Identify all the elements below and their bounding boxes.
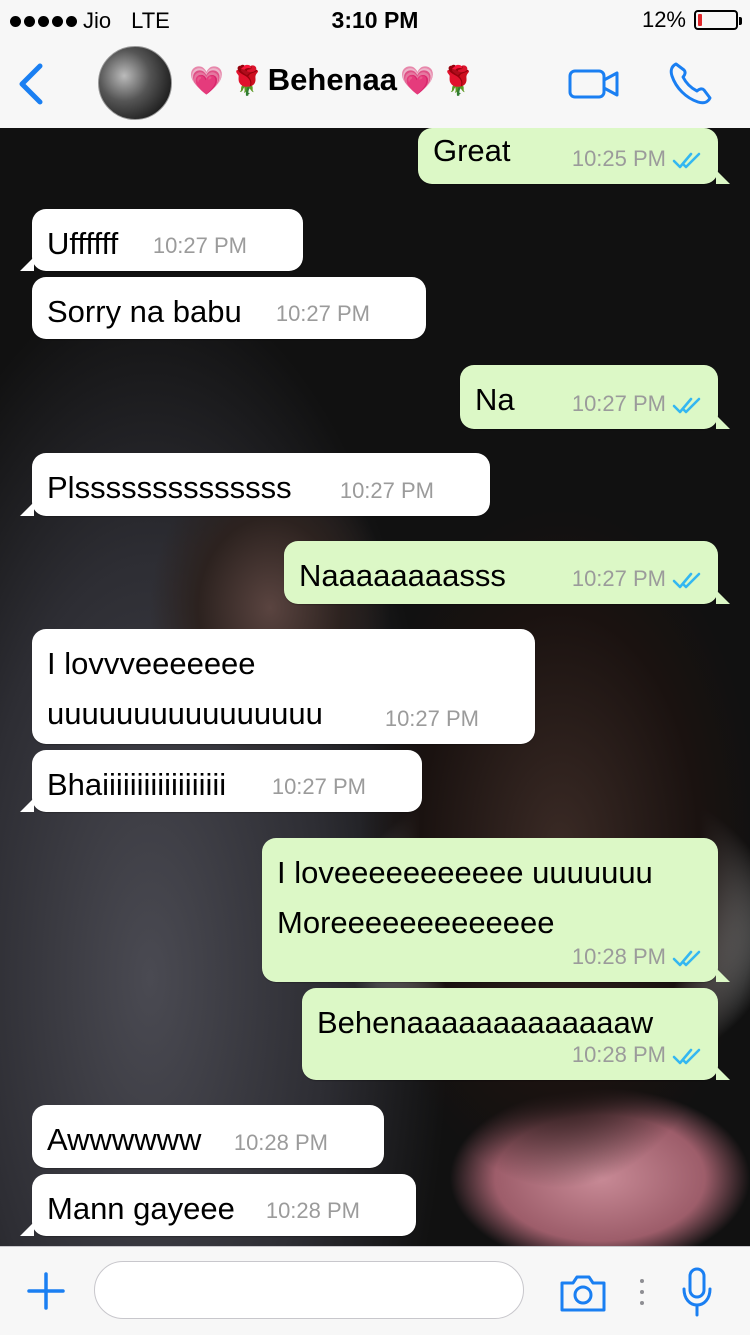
message-text: Behenaaaaaaaaaaaaaw bbox=[317, 1005, 654, 1040]
incoming-message[interactable]: Uffffff 10:27 PM bbox=[20, 209, 303, 271]
read-receipt-icon bbox=[672, 395, 702, 415]
message-time: 10:28 PM bbox=[233, 1130, 328, 1155]
heart-emoji: 💗 bbox=[189, 64, 224, 96]
input-bar bbox=[0, 1246, 750, 1335]
message-text: Bhaiiiiiiiiiiiiiiiiii bbox=[47, 767, 227, 802]
contact-name: Behenaa bbox=[267, 62, 397, 97]
message-time: 10:28 PM bbox=[571, 1042, 666, 1067]
message-text: Plssssssssssssss bbox=[47, 470, 292, 505]
message-text: I loveeeeeeeeeee uuuuuuu Moreeeeeeeeeeee… bbox=[277, 855, 653, 940]
message-text: Awwwwww bbox=[47, 1122, 202, 1157]
heart-emoji: 💗 bbox=[399, 64, 435, 96]
message-time: 10:27 PM bbox=[384, 706, 479, 731]
incoming-message[interactable]: Sorry na babu 10:27 PM bbox=[32, 277, 426, 339]
rose-emoji: 🌹 bbox=[440, 64, 476, 96]
message-time: 10:27 PM bbox=[152, 233, 247, 258]
message-text: Mann gayeee bbox=[47, 1191, 235, 1226]
message-time: 10:25 PM bbox=[571, 146, 666, 171]
incoming-message[interactable]: I lovvveeeeeee uuuuuuuuuuuuuuuu 10:27 PM bbox=[32, 629, 535, 744]
status-bar: Jio LTE 3:10 PM 12% bbox=[0, 0, 750, 40]
message-text: Na bbox=[475, 382, 515, 417]
message-time: 10:27 PM bbox=[339, 478, 434, 503]
incoming-message[interactable]: Plssssssssssssss 10:27 PM bbox=[20, 453, 490, 516]
outgoing-message[interactable]: Naaaaaaaasss 10:27 PM bbox=[284, 541, 730, 604]
battery-icon bbox=[694, 10, 742, 30]
message-time: 10:28 PM bbox=[571, 944, 666, 969]
incoming-message[interactable]: Mann gayeee 10:28 PM bbox=[20, 1174, 416, 1236]
read-receipt-icon bbox=[672, 948, 702, 968]
outgoing-message[interactable]: Behenaaaaaaaaaaaaaw 10:28 PM bbox=[302, 988, 730, 1080]
message-time: 10:27 PM bbox=[275, 301, 370, 326]
battery-percent: 12% bbox=[641, 7, 686, 32]
message-input[interactable] bbox=[94, 1261, 524, 1319]
message-text: Naaaaaaaasss bbox=[299, 558, 506, 593]
message-time: 10:27 PM bbox=[571, 391, 666, 416]
read-receipt-icon bbox=[672, 150, 702, 170]
message-text: Great bbox=[433, 133, 511, 168]
contact-title[interactable]: 💗 🌹 Behenaa 💗 🌹 bbox=[186, 62, 479, 98]
read-receipt-icon bbox=[672, 570, 702, 590]
rose-emoji: 🌹 bbox=[229, 64, 265, 96]
chat-header: 💗 🌹 Behenaa 💗 🌹 bbox=[0, 40, 750, 129]
incoming-message[interactable]: Awwwwww 10:28 PM bbox=[32, 1105, 384, 1168]
incoming-message[interactable]: Bhaiiiiiiiiiiiiiiiiii 10:27 PM bbox=[20, 750, 422, 812]
chat-area[interactable]: Great 10:25 PM Uffffff 10:27 PM Sorry na bab… bbox=[0, 128, 750, 1246]
plus-icon[interactable] bbox=[26, 1271, 66, 1311]
message-time: 10:27 PM bbox=[571, 566, 666, 591]
camera-icon[interactable] bbox=[558, 1273, 608, 1313]
read-receipt-icon bbox=[672, 1046, 702, 1066]
status-time: 3:10 PM bbox=[331, 7, 419, 33]
video-camera-icon[interactable] bbox=[568, 68, 620, 100]
more-dots-icon bbox=[640, 1279, 644, 1305]
battery-info: 12% bbox=[641, 7, 742, 33]
message-text: Sorry na babu bbox=[47, 294, 242, 329]
outgoing-message[interactable]: Great 10:25 PM bbox=[418, 128, 730, 184]
outgoing-message[interactable]: Na 10:27 PM bbox=[460, 365, 730, 429]
outgoing-message[interactable]: I loveeeeeeeeeee uuuuuuu Moreeeeeeeeeeee… bbox=[262, 838, 730, 982]
message-text: Uffffff bbox=[47, 226, 119, 261]
microphone-icon[interactable] bbox=[680, 1267, 714, 1317]
phone-icon[interactable] bbox=[666, 58, 716, 108]
message-text: I lovvveeeeeee uuuuuuuuuuuuuuuu bbox=[47, 646, 323, 731]
avatar[interactable] bbox=[98, 46, 172, 120]
message-time: 10:27 PM bbox=[271, 774, 366, 799]
chevron-left-icon[interactable] bbox=[14, 62, 50, 106]
message-time: 10:28 PM bbox=[265, 1198, 360, 1223]
